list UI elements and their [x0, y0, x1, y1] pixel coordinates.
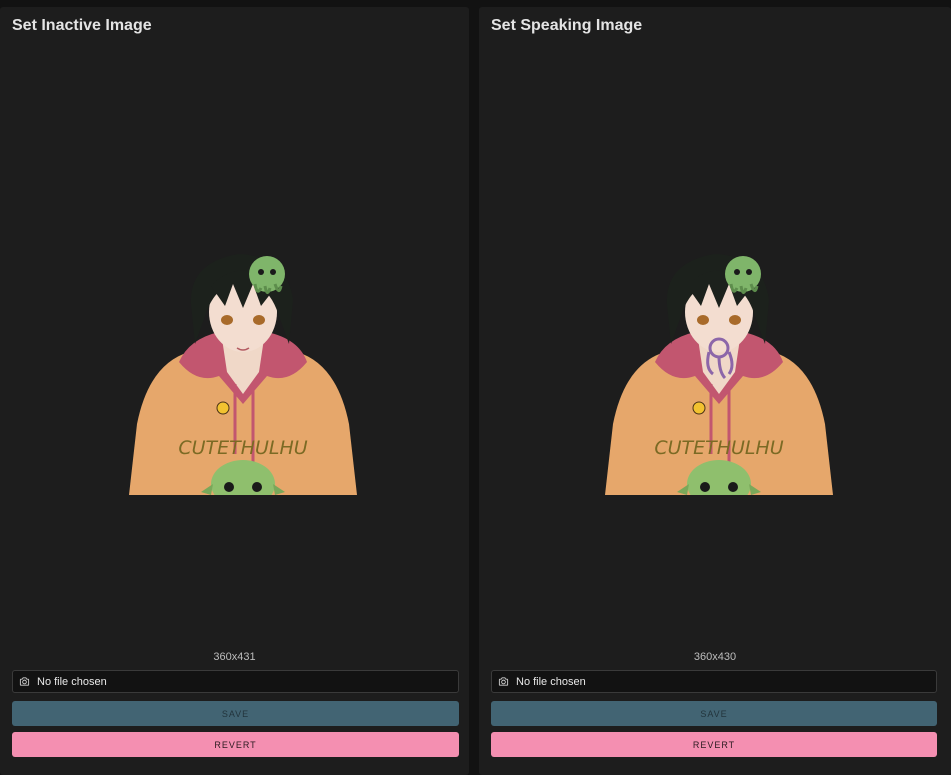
image-settings-page: Set Inactive Image CUTETHULHU 360x431 No…: [0, 0, 951, 775]
shirt-text: CUTETHULHU: [654, 437, 783, 459]
speaking-image-panel: Set Speaking Image CUTETHULHU 360x430 No…: [479, 7, 951, 775]
avatar-preview-image: CUTETHULHU: [605, 244, 833, 495]
camera-icon: [19, 676, 30, 687]
image-dimensions: 360x431: [213, 651, 256, 663]
file-input[interactable]: No file chosen: [12, 670, 459, 693]
camera-icon: [498, 676, 509, 687]
panel-title: Set Inactive Image: [12, 17, 152, 34]
file-input[interactable]: No file chosen: [491, 670, 937, 693]
file-status: No file chosen: [516, 675, 586, 688]
file-status: No file chosen: [37, 675, 107, 688]
image-dimensions: 360x430: [693, 651, 737, 663]
revert-button[interactable]: REVERT: [12, 732, 459, 757]
shirt-text: CUTETHULHU: [178, 437, 307, 459]
inactive-image-panel: Set Inactive Image CUTETHULHU 360x431 No…: [0, 7, 469, 775]
revert-button[interactable]: REVERT: [491, 732, 937, 757]
panel-title: Set Speaking Image: [491, 17, 643, 34]
save-button[interactable]: SAVE: [12, 701, 459, 726]
save-button[interactable]: SAVE: [491, 701, 937, 726]
avatar-preview-image: CUTETHULHU: [129, 244, 357, 495]
